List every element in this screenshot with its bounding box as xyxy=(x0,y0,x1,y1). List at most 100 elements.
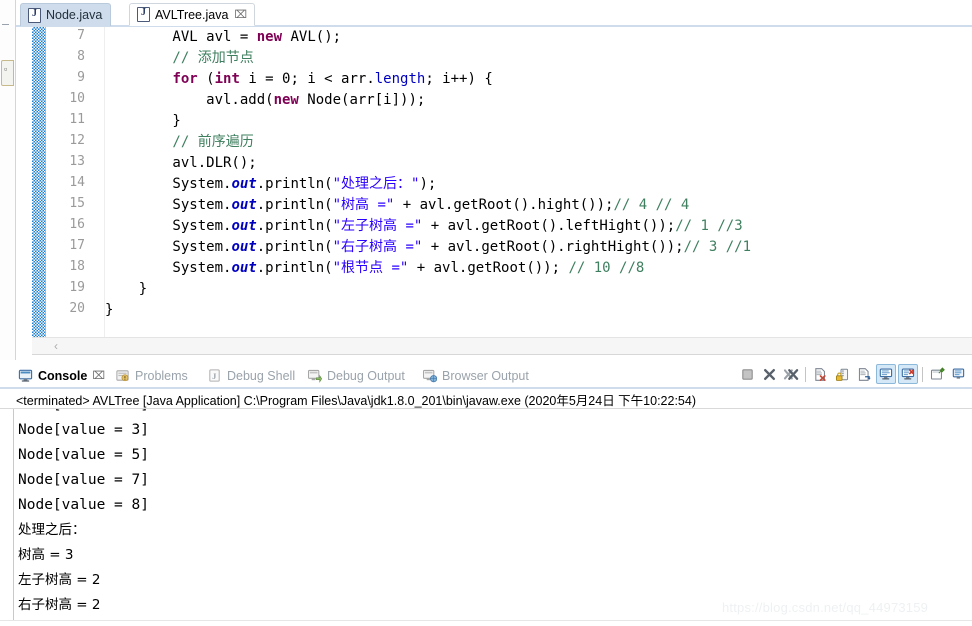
code-token: length xyxy=(374,71,426,87)
java-file-icon xyxy=(137,7,150,22)
code-token: + avl.getRoot().leftHight()); xyxy=(422,218,676,234)
code-token: } xyxy=(105,302,114,318)
console-output-line: 右子树高 = 2 xyxy=(18,597,101,613)
console-tab-bar: Console ⌧ Problems J Debug Shell Debug O… xyxy=(0,360,972,389)
code-line: // 前序遍历 xyxy=(105,132,254,153)
line-number: 8 xyxy=(77,49,85,64)
console-output-line: Node[value = 3] xyxy=(18,422,149,438)
code-token: avl xyxy=(206,29,232,45)
code-token: + avl.getRoot()); xyxy=(408,260,569,276)
line-number: 17 xyxy=(69,238,85,253)
editor-tab-node-java[interactable]: Node.java xyxy=(20,3,112,26)
code-token: // 3 //1 xyxy=(683,239,752,255)
code-token: avl.add( xyxy=(105,92,274,108)
editor-tab-bar: Node.java AVLTree.java ⌧ xyxy=(16,0,972,27)
code-line: } xyxy=(105,279,147,300)
window-bottom-edge xyxy=(0,620,972,626)
code-token: } xyxy=(105,281,148,297)
svg-text:J: J xyxy=(212,371,216,381)
annotation-ruler[interactable] xyxy=(32,27,46,337)
console-output-line: Node[value = 5] xyxy=(18,447,149,463)
code-line: // 添加节点 xyxy=(105,48,253,69)
remove-all-terminated-launches-button[interactable] xyxy=(781,364,801,384)
code-token: // 前序遍历 xyxy=(105,134,254,150)
console-part: Console ⌧ Problems J Debug Shell Debug O… xyxy=(0,360,972,626)
tab-label: Browser Output xyxy=(442,368,529,383)
code-line: System.out.println("树高 =" + avl.getRoot(… xyxy=(105,195,689,216)
tab-label: Debug Output xyxy=(327,368,405,383)
code-token: .println( xyxy=(256,218,333,234)
separator-2 xyxy=(922,366,923,382)
display-selected-console-button[interactable] xyxy=(949,364,969,384)
code-token: ( xyxy=(197,71,215,87)
java-file-icon xyxy=(28,7,41,23)
editor-part: Node.java AVLTree.java ⌧ 7 8 9 10 11 12 13 14 15… xyxy=(16,0,972,366)
clear-console-button[interactable] xyxy=(810,364,830,384)
tab-problems[interactable]: Problems xyxy=(115,364,188,387)
terminate-button xyxy=(737,364,757,384)
code-line: for (int i = 0; i < arr.length; i++) { xyxy=(105,69,492,90)
code-editor-text[interactable]: AVL avl = new AVL(); // 添加节点 for (int i … xyxy=(105,27,946,337)
console-output-line: 左子树高 = 2 xyxy=(18,572,101,588)
chevron-left-icon[interactable]: ‹ xyxy=(54,340,58,353)
display-console-icon xyxy=(952,368,964,379)
close-icon[interactable]: ⌧ xyxy=(92,369,105,382)
console-tab-underline xyxy=(0,387,972,389)
code-token: + avl.getRoot().hight()); xyxy=(394,197,614,213)
console-output-line: 处理之后： xyxy=(18,522,86,538)
code-token: System. xyxy=(105,197,232,213)
collapsed-view-tab[interactable]: ▫ xyxy=(1,60,14,86)
console-output-text[interactable]: Node[value = 2] Node[value = 3] Node[value… xyxy=(0,409,972,626)
code-token: .println( xyxy=(256,260,333,276)
line-number: 9 xyxy=(77,70,85,85)
separator-1 xyxy=(805,366,806,382)
pin-icon xyxy=(930,366,945,380)
line-number: 14 xyxy=(69,175,85,190)
close-icon[interactable]: ⌧ xyxy=(234,8,247,21)
editor-horizontal-scrollbar[interactable]: ‹ xyxy=(32,337,972,354)
code-token: ); xyxy=(419,176,437,192)
remove-x-icon xyxy=(763,368,775,380)
code-line: } xyxy=(105,111,181,132)
code-token: new xyxy=(273,92,299,108)
code-token: // 10 //8 xyxy=(568,260,645,276)
code-line: avl.add(new Node(arr[i])); xyxy=(105,90,425,111)
remove-all-xx-icon xyxy=(783,368,798,380)
tab-label: Debug Shell xyxy=(227,368,296,383)
code-token: .println( xyxy=(256,197,333,213)
editor-tab-avltree-java[interactable]: AVLTree.java ⌧ xyxy=(129,3,256,26)
line-number: 13 xyxy=(69,154,85,169)
line-number: 15 xyxy=(69,196,85,211)
tab-debug-output[interactable]: Debug Output xyxy=(307,364,405,387)
line-number: 18 xyxy=(69,259,85,274)
console-output-line: Node[value = 7] xyxy=(18,472,149,488)
code-token: "右子树高 =" xyxy=(332,239,423,255)
pin-console-button[interactable] xyxy=(927,364,947,384)
line-number-ruler: 7 8 9 10 11 12 13 14 15 16 17 18 19 20 xyxy=(46,27,91,337)
line-number: 10 xyxy=(69,91,85,106)
stop-square-icon xyxy=(741,368,753,380)
editor-vertical-scrollbar[interactable] xyxy=(958,27,972,337)
code-token: new xyxy=(256,29,283,45)
line-number: 20 xyxy=(69,301,85,316)
code-token: } xyxy=(105,113,181,129)
wrap-document-icon xyxy=(858,367,871,381)
code-token: System. xyxy=(105,260,232,276)
code-token: = xyxy=(231,29,257,45)
code-token: AVL(); xyxy=(282,29,342,45)
tab-browser-output[interactable]: Browser Output xyxy=(422,364,529,387)
debug-shell-icon: J xyxy=(209,369,220,382)
tab-debug-shell[interactable]: J Debug Shell xyxy=(207,364,295,387)
show-console-on-output-button[interactable] xyxy=(876,364,896,384)
remove-launch-button[interactable] xyxy=(759,364,779,384)
tab-console[interactable]: Console ⌧ xyxy=(18,364,105,387)
console-toolbar xyxy=(736,362,970,386)
scroll-lock-button[interactable] xyxy=(832,364,852,384)
console-icon xyxy=(18,369,33,382)
code-token: i = 0; i < arr. xyxy=(239,71,375,87)
show-console-on-error-button[interactable] xyxy=(898,364,918,384)
line-number: 16 xyxy=(69,217,85,232)
code-token: + avl.getRoot().rightHight()); xyxy=(422,239,684,255)
word-wrap-button[interactable] xyxy=(854,364,874,384)
folding-ruler[interactable] xyxy=(91,27,105,337)
